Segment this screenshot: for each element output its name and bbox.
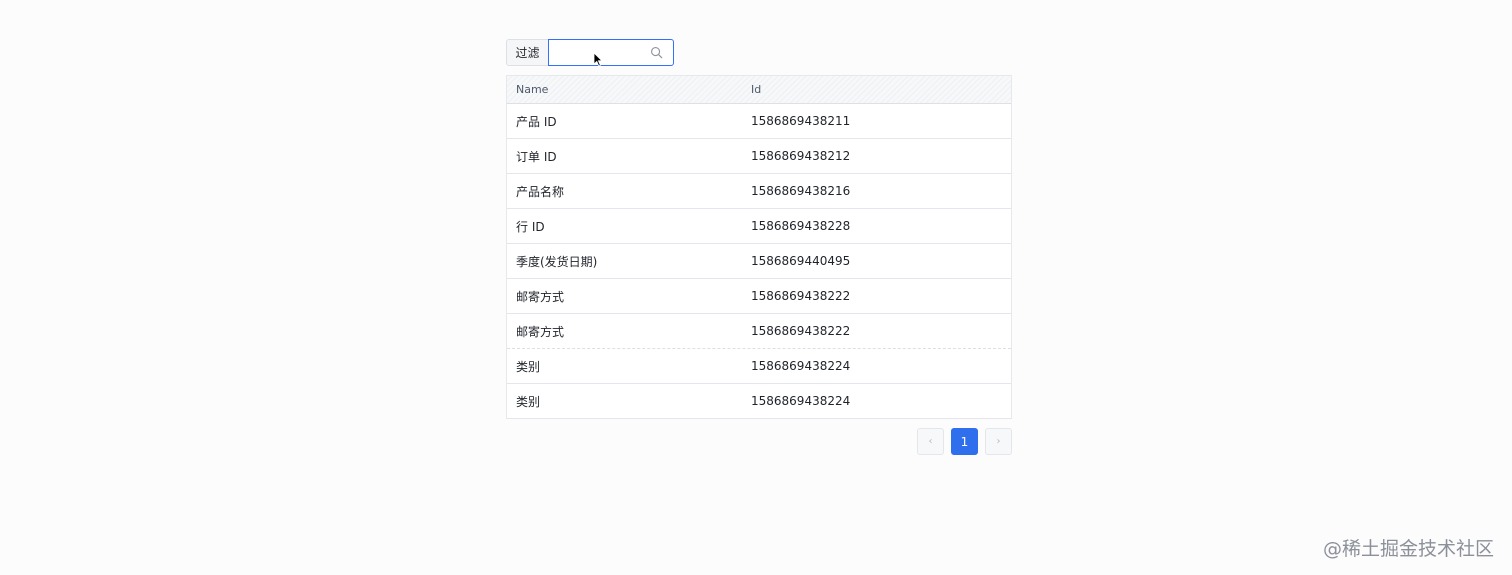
table-header: Name Id — [507, 76, 1011, 104]
pagination-prev-button[interactable]: ‹ — [917, 428, 944, 455]
table-row[interactable]: 订单 ID 1586869438212 — [507, 139, 1011, 174]
table-row[interactable]: 邮寄方式 1586869438222 — [507, 279, 1011, 314]
filter-bar: 过滤 — [506, 39, 674, 66]
table-row[interactable]: 行 ID 1586869438228 — [507, 209, 1011, 244]
column-header-id[interactable]: Id — [742, 83, 1011, 96]
page: 过滤 Name Id 产品 ID 1586869438211 订单 ID 158… — [0, 0, 1512, 575]
cell-name: 邮寄方式 — [516, 289, 565, 304]
pagination-page-button[interactable]: 1 — [951, 428, 978, 455]
cell-name: 季度(发货日期) — [516, 254, 598, 269]
cell-id: 1586869438216 — [751, 184, 851, 198]
cell-id: 1586869438222 — [751, 324, 851, 338]
cell-name: 产品 ID — [516, 114, 557, 129]
cell-id: 1586869438222 — [751, 289, 851, 303]
table-row[interactable]: 产品 ID 1586869438211 — [507, 104, 1011, 139]
filter-input-wrapper[interactable] — [548, 39, 674, 66]
pagination: ‹ 1 › — [917, 428, 1012, 455]
cell-id: 1586869438224 — [751, 394, 851, 408]
filter-label: 过滤 — [506, 39, 548, 66]
column-header-name[interactable]: Name — [507, 83, 742, 96]
table-row[interactable]: 产品名称 1586869438216 — [507, 174, 1011, 209]
cell-id: 1586869438212 — [751, 149, 851, 163]
cell-name: 产品名称 — [516, 184, 565, 199]
cell-id: 1586869440495 — [751, 254, 851, 268]
table-row[interactable]: 类别 1586869438224 — [507, 384, 1011, 419]
cell-name: 类别 — [516, 394, 541, 409]
pagination-next-button[interactable]: › — [985, 428, 1012, 455]
cell-id: 1586869438224 — [751, 359, 851, 373]
table-row[interactable]: 类别 1586869438224 — [507, 349, 1011, 384]
cell-id: 1586869438211 — [751, 114, 851, 128]
cell-name: 类别 — [516, 359, 541, 374]
filter-input[interactable] — [549, 40, 645, 65]
cell-name: 邮寄方式 — [516, 324, 565, 339]
cell-name: 行 ID — [516, 219, 545, 234]
cell-id: 1586869438228 — [751, 219, 851, 233]
table-row[interactable]: 季度(发货日期) 1586869440495 — [507, 244, 1011, 279]
cell-name: 订单 ID — [516, 149, 557, 164]
watermark: @稀土掘金技术社区 — [1322, 538, 1494, 560]
table-row[interactable]: 邮寄方式 1586869438222 — [507, 314, 1011, 349]
fields-table: Name Id 产品 ID 1586869438211 订单 ID 158686… — [506, 75, 1012, 419]
search-icon[interactable] — [650, 46, 663, 59]
